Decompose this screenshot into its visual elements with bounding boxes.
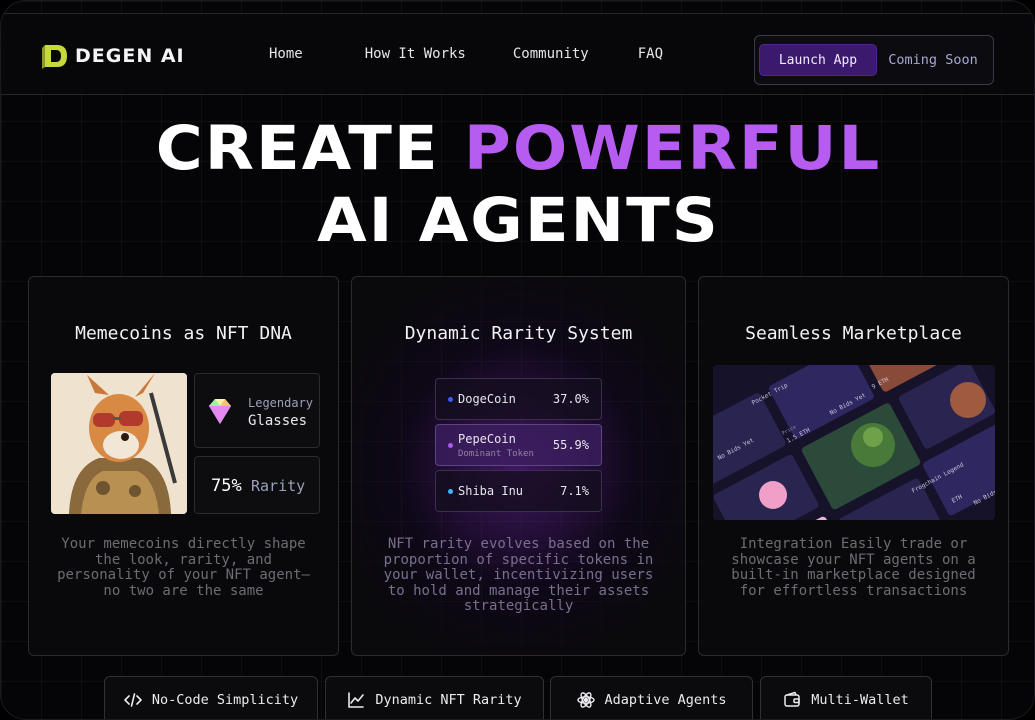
token-row-dogecoin: DogeCoin 37.0% [435,378,602,420]
feature-pill-label: No-Code Simplicity [151,692,299,708]
trait-legendary-glasses: Legendary Glasses [194,373,320,448]
card-description: Integration Easily trade or showcase you… [731,536,976,599]
trait-value: Glasses [248,413,308,429]
token-name: DogeCoin [458,392,516,406]
brand-logo[interactable]: DEGEN AI [41,42,185,70]
doge-nft-image [51,373,187,514]
nav-link-home[interactable]: Home [269,46,303,62]
card-description: NFT rarity evolves based on the proporti… [383,536,654,614]
chart-line-icon [348,692,365,708]
page-frame: DEGEN AI Home How It Works Community FAQ… [0,0,1035,720]
top-navbar: DEGEN AI Home How It Works Community FAQ… [1,13,1034,95]
degen-logo-icon [42,45,67,69]
token-name: Shiba Inu [458,484,524,498]
feature-card-marketplace: Seamless Marketplace Pocket Trip No Bids… [698,276,1009,656]
code-icon [124,693,142,707]
diamond-icon [209,399,231,424]
feature-pill-no-code[interactable]: No-Code Simplicity [104,676,318,719]
token-dot [448,489,453,494]
nav-cta-group: Launch App Coming Soon [754,35,994,85]
launch-app-button[interactable]: Launch App [759,44,877,76]
atom-icon [576,692,595,708]
token-percentage: 37.0% [552,392,589,406]
hero-line-1: CREATE POWERFUL [1,113,1034,185]
token-subtitle: Dominant Token [458,449,534,459]
card-title: Memecoins as NFT DNA [75,323,292,344]
token-dot [448,443,453,448]
feature-pill-dynamic-rarity[interactable]: Dynamic NFT Rarity [325,676,544,719]
token-percentage: 7.1% [560,484,589,498]
wallet-icon [784,691,800,707]
token-row-pepecoin: PepeCoin Dominant Token 55.9% [435,424,602,466]
card-title: Seamless Marketplace [745,323,962,344]
hero-word-create: CREATE [155,113,440,185]
token-dot [448,397,453,402]
coming-soon-button[interactable]: Coming Soon [877,44,989,76]
brand-name: DEGEN AI [75,45,185,67]
hero-heading: CREATE POWERFUL AI AGENTS [1,113,1034,257]
hero-line-2: AI AGENTS [317,185,720,257]
feature-pill-adaptive-agents[interactable]: Adaptive Agents [550,676,753,719]
rarity-percentage: 75% [211,476,242,496]
marketplace-preview-image: Pocket Trip No Bids Yet Price 1.5 ETH No… [713,365,995,520]
token-percentage: 55.9% [552,438,589,452]
feature-card-memecoins: Memecoins as NFT DNA Legendary Glasses 7… [28,276,339,656]
trait-label: Legendary [248,396,314,410]
nav-links: Home How It Works Community FAQ [269,46,663,62]
token-row-shiba-inu: Shiba Inu 7.1% [435,470,602,512]
card-description: Your memecoins directly shape the look, … [57,536,310,599]
nav-link-how-it-works[interactable]: How It Works [365,46,466,62]
feature-pill-label: Dynamic NFT Rarity [375,692,522,708]
feature-pill-multi-wallet[interactable]: Multi-Wallet [760,676,932,719]
rarity-box: 75% Rarity [194,456,320,514]
feature-card-rarity-system: Dynamic Rarity System DogeCoin 37.0% Pep… [351,276,686,656]
nav-link-community[interactable]: Community [513,46,589,62]
feature-pill-label: Multi-Wallet [811,692,909,708]
nav-link-faq[interactable]: FAQ [638,46,663,62]
hero-word-powerful: POWERFUL [463,113,882,185]
card-title: Dynamic Rarity System [404,323,633,344]
feature-pill-label: Adaptive Agents [604,692,727,708]
token-name: PepeCoin [458,432,516,446]
rarity-label: Rarity [251,477,306,495]
